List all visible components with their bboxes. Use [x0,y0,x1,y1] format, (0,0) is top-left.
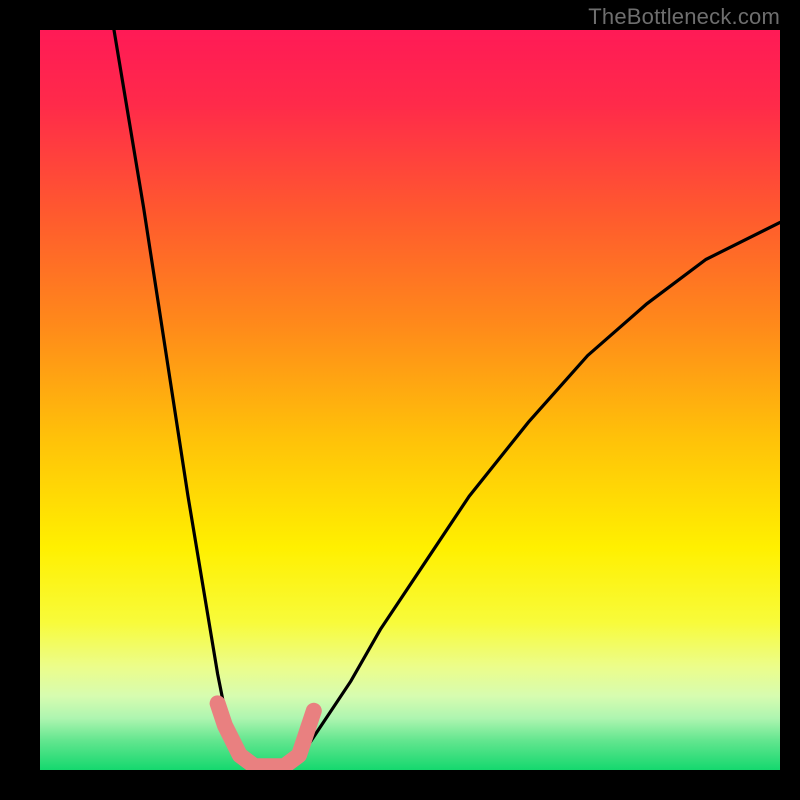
curve-pink-segment [218,703,314,766]
curve-right-branch [292,222,780,762]
chart-frame [40,30,780,770]
plot-area [40,30,780,770]
curve-left-branch [114,30,247,763]
bottleneck-curve [40,30,780,770]
watermark-text: TheBottleneck.com [588,4,780,30]
